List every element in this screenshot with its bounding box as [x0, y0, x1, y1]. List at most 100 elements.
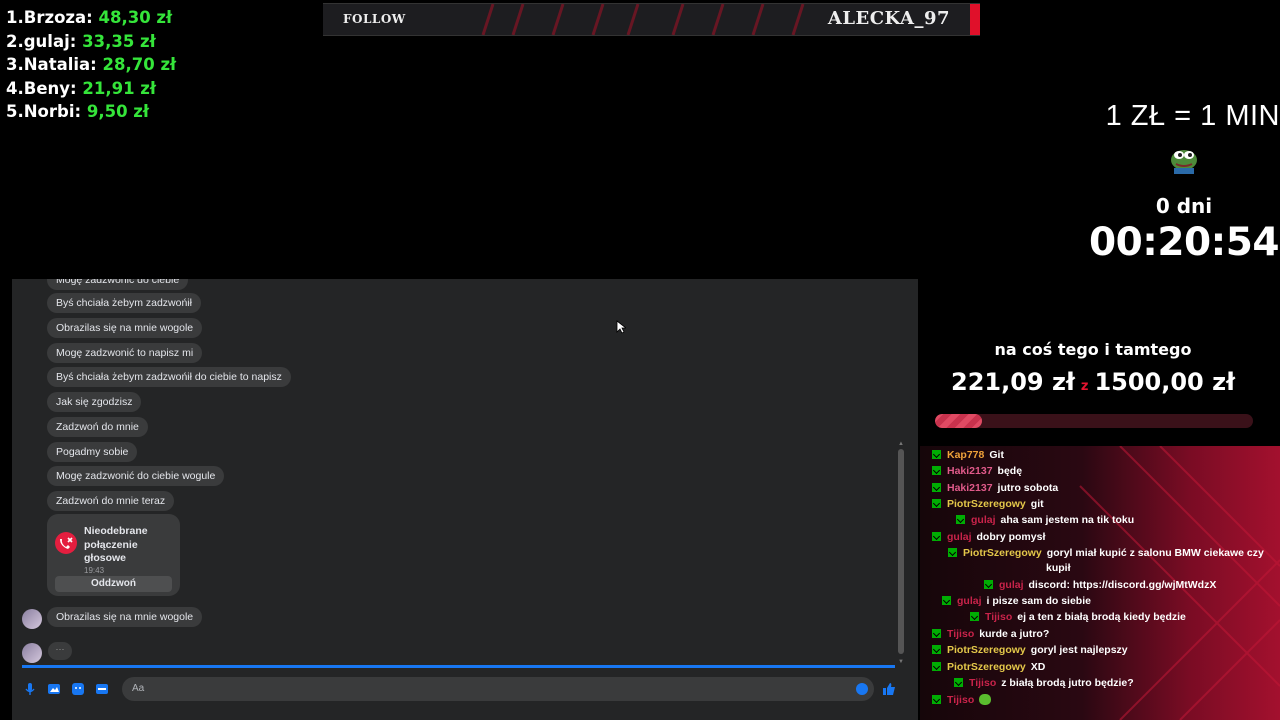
like-icon[interactable]	[882, 682, 896, 696]
chat-message: Tijiso	[932, 694, 992, 706]
chat-username[interactable]: Haki2137	[947, 482, 993, 494]
follow-label: FOLLOW	[343, 12, 406, 26]
chat-message: gulaj i pisze sam do siebie	[942, 595, 1091, 607]
chat-username[interactable]: Haki2137	[947, 465, 993, 477]
leaderboard-amount: 21,91 zł	[82, 78, 157, 98]
microphone-icon[interactable]	[23, 682, 37, 696]
chat-message: Haki2137 będę	[932, 465, 1022, 477]
leaderboard-row: 5.Norbi: 9,50 zł	[6, 100, 176, 124]
chat-text: i pisze sam do siebie	[986, 595, 1091, 607]
chat-username[interactable]: Tijiso	[985, 611, 1012, 623]
chat-message: PiotrSzeregowy XD	[932, 661, 1045, 673]
chat-text: aha sam jestem na tik toku	[1000, 514, 1135, 526]
chat-username[interactable]: gulaj	[947, 531, 972, 543]
composer-divider	[22, 665, 895, 668]
photo-icon[interactable]	[47, 682, 61, 696]
chat-text: jutro sobota	[997, 482, 1059, 494]
banner-pattern	[481, 4, 805, 35]
goal-amounts: 221,09 zł z 1500,00 zł	[920, 368, 1266, 396]
verified-badge-icon	[932, 483, 941, 492]
chat-message: Haki2137 jutro sobota	[932, 482, 1058, 494]
chat-message: Tijiso kurde a jutro?	[932, 628, 1049, 640]
message-bubble: Zadzwoń do mnie	[47, 417, 148, 437]
chat-text: ej a ten z białą brodą kiedy będzie	[1017, 611, 1186, 623]
sticker-icon[interactable]	[71, 682, 85, 696]
chat-username[interactable]: gulaj	[971, 514, 996, 526]
chat-message: PiotrSzeregowy goryl jest najlepszy	[932, 644, 1128, 656]
chat-message: PiotrSzeregowy git	[932, 498, 1044, 510]
goal-separator: z	[1080, 379, 1089, 394]
chat-message: kupił	[1046, 562, 1071, 574]
verified-badge-icon	[942, 596, 951, 605]
leaderboard-name: 5.Norbi:	[6, 102, 87, 122]
chat-message: gulaj aha sam jestem na tik toku	[956, 514, 1134, 526]
chat-text: Git	[989, 449, 1004, 461]
chat-text: z białą brodą jutro będzie?	[1001, 677, 1134, 689]
chat-message: Kap778 Git	[932, 449, 1004, 461]
message-input-placeholder: Aa	[132, 683, 145, 694]
leaderboard-amount: 33,35 zł	[82, 31, 156, 51]
chat-text: dobry pomysł	[976, 531, 1046, 543]
missed-call-time: 19:43	[84, 566, 105, 575]
chat-username[interactable]: PiotrSzeregowy	[947, 644, 1026, 656]
chat-text: kupił	[1046, 562, 1071, 574]
banner-accent	[970, 4, 980, 35]
scrollbar[interactable]	[898, 449, 904, 654]
leaderboard-row: 4.Beny: 21,91 zł	[6, 77, 176, 101]
chat-username[interactable]: PiotrSzeregowy	[947, 661, 1026, 673]
goal-target: 1500,00 zł	[1094, 368, 1235, 396]
emoji-icon[interactable]	[856, 683, 868, 695]
message-bubble: Obrazilas się na mnie wogole	[47, 318, 203, 338]
verified-badge-icon	[932, 662, 941, 671]
verified-badge-icon	[956, 515, 965, 524]
twitch-chat: Kap778 Git Haki2137 będę Haki2137 jutro sobot…	[920, 446, 1280, 720]
goal-current: 221,09 zł	[951, 368, 1075, 396]
chat-username[interactable]: gulaj	[957, 595, 982, 607]
verified-badge-icon	[932, 645, 941, 654]
chat-username[interactable]: PiotrSzeregowy	[947, 498, 1026, 510]
missed-call-icon	[55, 532, 77, 554]
message-bubble: Obrazilas się na mnie wogole	[47, 607, 203, 627]
chat-text: discord: https://discord.gg/wjMtWdzX	[1028, 579, 1217, 591]
subathon-rate: 1 ZŁ = 1 MIN	[1105, 100, 1280, 132]
missed-call-card: Nieodebrane połączenie głosowe 19:43 Odd…	[47, 514, 180, 596]
chat-username[interactable]: PiotrSzeregowy	[963, 547, 1042, 559]
missed-call-title: Nieodebrane połączenie głosowe	[84, 525, 148, 564]
goal-progress-fill	[935, 414, 982, 428]
scroll-up-arrow[interactable]: ▲	[898, 441, 904, 447]
goal-progress-bar	[935, 414, 1253, 428]
goal-title: na coś tego i tamtego	[994, 340, 1192, 359]
chat-text: goryl miał kupić z salonu BMW ciekawe cz…	[1046, 547, 1264, 559]
gif-icon[interactable]	[95, 682, 109, 696]
chat-username[interactable]: Kap778	[947, 449, 984, 461]
chat-message: Tijiso ej a ten z białą brodą kiedy będzi…	[970, 611, 1186, 623]
leaderboard-name: 2.gulaj:	[6, 31, 83, 51]
contact-avatar[interactable]	[22, 643, 42, 663]
chat-username[interactable]: Tijiso	[947, 628, 974, 640]
message-input[interactable]: Aa	[122, 677, 874, 701]
verified-badge-icon	[932, 695, 941, 704]
message-bubble: Mogę zadzwonić do ciebie wogule	[47, 466, 225, 486]
leaderboard-name: 1.Brzoza:	[6, 8, 99, 27]
verified-badge-icon	[948, 548, 957, 557]
chat-username[interactable]: Tijiso	[947, 694, 974, 706]
countdown-timer: 00:20:54	[1088, 220, 1280, 265]
pepe-frog-icon	[1171, 150, 1197, 174]
donation-leaderboard: 1.Brzoza: 48,30 zł 2.gulaj: 33,35 zł 3.N…	[6, 6, 176, 124]
verified-badge-icon	[932, 629, 941, 638]
leaderboard-row: 1.Brzoza: 48,30 zł	[6, 6, 176, 30]
contact-avatar[interactable]	[22, 609, 42, 629]
leaderboard-amount: 9,50 zł	[86, 102, 150, 122]
chat-text: XD	[1030, 661, 1046, 673]
chat-message: gulaj discord: https://discord.gg/wjMtWdz…	[984, 579, 1216, 591]
verified-badge-icon	[932, 450, 941, 459]
green-emote-icon	[979, 694, 992, 705]
scroll-down-arrow[interactable]: ▼	[898, 659, 904, 665]
follow-banner: FOLLOW ALECKA_97	[323, 3, 980, 36]
chat-username[interactable]: Tijiso	[969, 677, 996, 689]
verified-badge-icon	[970, 612, 979, 621]
call-back-button[interactable]: Oddzwoń	[55, 576, 172, 592]
message-bubble: Mogę zadzwonić to napisz mi	[47, 343, 203, 363]
chat-username[interactable]: gulaj	[999, 579, 1024, 591]
messenger-window: Nieodebrane połączenie głosowe 19:43 Odd…	[12, 279, 918, 720]
